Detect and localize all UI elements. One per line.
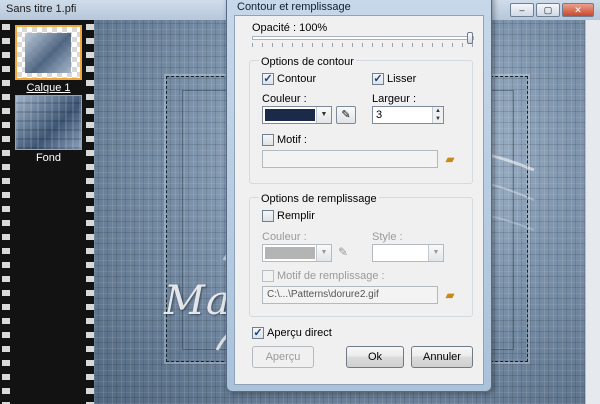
check-icon: ✓ bbox=[253, 327, 263, 339]
close-button[interactable]: ✕ bbox=[562, 3, 594, 17]
opacity-slider-ticks bbox=[252, 43, 474, 47]
dialog-title: Contour et remplissage bbox=[237, 1, 351, 13]
stroke-pattern-label: Motif : bbox=[277, 134, 307, 146]
live-preview-checkbox[interactable]: ✓ bbox=[252, 327, 264, 339]
layer-thumbnail[interactable] bbox=[15, 25, 82, 80]
fill-pattern-checkbox[interactable] bbox=[262, 270, 274, 282]
spin-up-icon[interactable]: ▲ bbox=[433, 107, 443, 115]
stroke-pattern-path-field[interactable] bbox=[262, 150, 438, 168]
film-sprockets-left bbox=[2, 20, 10, 404]
width-value[interactable]: 3 bbox=[376, 109, 382, 121]
fill-pattern-path-field[interactable]: C:\...\Patterns\dorure2.gif bbox=[262, 286, 438, 304]
stroke-fill-dialog: Contour et remplissage Opacité : 100% Op… bbox=[226, 0, 492, 392]
layer-item-calque-1[interactable]: Calque 1 bbox=[15, 25, 82, 94]
spin-down-icon[interactable]: ▼ bbox=[433, 115, 443, 123]
fill-color-swatch bbox=[265, 247, 315, 259]
chevron-down-icon[interactable]: ▼ bbox=[428, 245, 443, 261]
folder-open-icon[interactable]: ▰ bbox=[441, 151, 459, 167]
spin-buttons: ▲ ▼ bbox=[432, 107, 443, 123]
fill-style-combo[interactable]: ▼ bbox=[372, 244, 444, 262]
fill-pattern-label: Motif de remplissage : bbox=[277, 270, 385, 282]
live-preview-label: Aperçu direct bbox=[267, 327, 332, 339]
folder-open-icon[interactable]: ▰ bbox=[441, 287, 459, 303]
document-title: Sans titre 1.pfi bbox=[6, 3, 77, 15]
vertical-scrollbar[interactable] bbox=[585, 20, 600, 404]
ok-button[interactable]: Ok bbox=[346, 346, 404, 368]
fill-style-label: Style : bbox=[372, 231, 403, 243]
layer-item-fond[interactable]: Fond bbox=[15, 95, 82, 164]
smooth-label: Lisser bbox=[387, 73, 417, 85]
window-controls: – ▢ ✕ bbox=[510, 3, 594, 17]
dialog-body: Opacité : 100% Options de contour ✓ Cont… bbox=[234, 15, 484, 385]
stroke-color-swatch bbox=[265, 109, 315, 121]
eyedropper-button[interactable]: ✎ bbox=[336, 106, 356, 124]
preview-button[interactable]: Aperçu bbox=[252, 346, 314, 368]
fill-eyedropper-icon[interactable]: ✎ bbox=[338, 245, 348, 259]
stroke-pattern-checkbox[interactable] bbox=[262, 134, 274, 146]
layers-panel: Calque 1 Fond bbox=[0, 20, 94, 404]
layer-thumbnail[interactable] bbox=[15, 95, 82, 150]
chevron-down-icon[interactable]: ▼ bbox=[316, 107, 331, 123]
opacity-label: Opacité : 100% bbox=[252, 22, 328, 34]
minimize-button[interactable]: – bbox=[510, 3, 534, 17]
contour-checkbox[interactable]: ✓ bbox=[262, 73, 274, 85]
check-icon: ✓ bbox=[373, 73, 383, 85]
fill-checkbox[interactable] bbox=[262, 210, 274, 222]
fill-options-title: Options de remplissage bbox=[259, 193, 379, 205]
fill-color-label: Couleur : bbox=[262, 231, 307, 243]
cancel-button[interactable]: Annuler bbox=[411, 346, 473, 368]
maximize-button[interactable]: ▢ bbox=[536, 3, 560, 17]
smooth-checkbox[interactable]: ✓ bbox=[372, 73, 384, 85]
opacity-slider-track[interactable] bbox=[252, 36, 474, 40]
layer-label: Fond bbox=[35, 152, 62, 164]
film-sprockets-right bbox=[86, 20, 94, 404]
stroke-options-title: Options de contour bbox=[259, 56, 356, 68]
contour-label: Contour bbox=[277, 73, 317, 85]
stroke-color-label: Couleur : bbox=[262, 93, 307, 105]
eyedropper-icon: ✎ bbox=[341, 109, 351, 121]
layer-label: Calque 1 bbox=[26, 82, 71, 94]
width-label: Largeur : bbox=[372, 93, 417, 105]
width-spinbox[interactable]: 3 ▲ ▼ bbox=[372, 106, 444, 124]
fill-label: Remplir bbox=[277, 210, 315, 222]
fill-color-combo[interactable]: ▼ bbox=[262, 244, 332, 262]
opacity-slider-thumb[interactable] bbox=[467, 32, 473, 44]
chevron-down-icon[interactable]: ▼ bbox=[316, 245, 331, 261]
stroke-color-combo[interactable]: ▼ bbox=[262, 106, 332, 124]
check-icon: ✓ bbox=[263, 73, 273, 85]
